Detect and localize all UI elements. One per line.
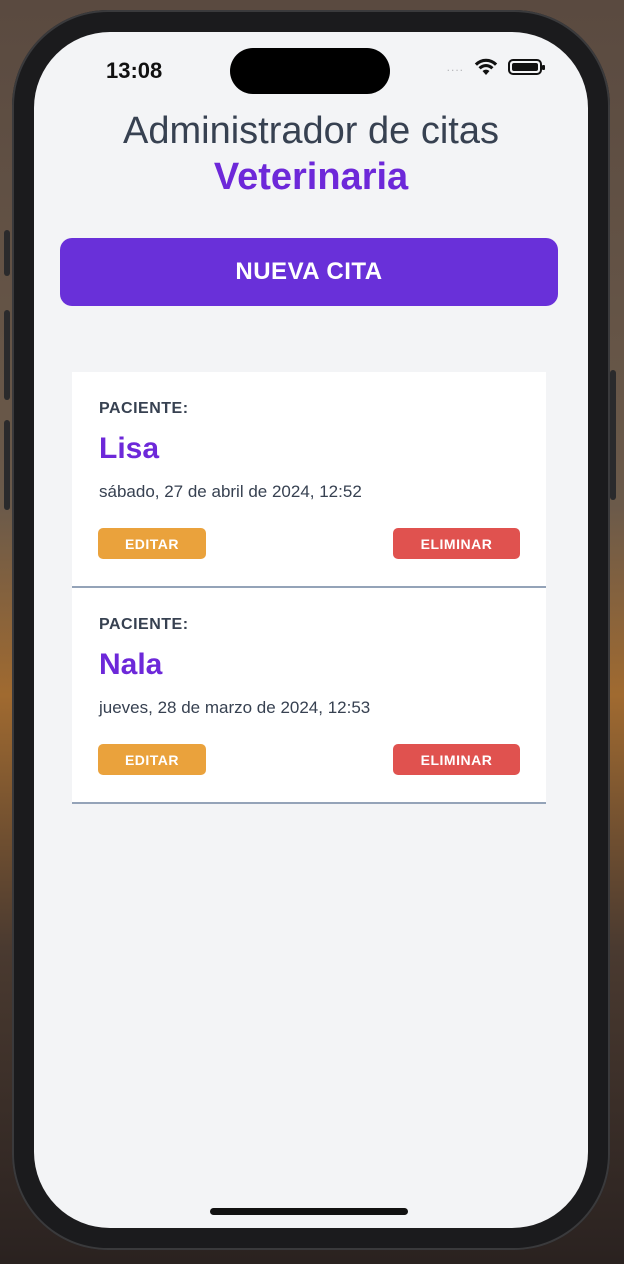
status-icons: .... <box>446 58 545 76</box>
delete-button[interactable]: ELIMINAR <box>393 528 520 559</box>
edit-button[interactable]: EDITAR <box>98 744 206 775</box>
patient-label: PACIENTE: <box>99 400 189 417</box>
silent-switch <box>4 230 10 276</box>
appointment-date: jueves, 28 de marzo de 2024, 12:53 <box>99 698 371 717</box>
home-indicator[interactable] <box>210 1208 408 1215</box>
page-title: Administrador de citas <box>123 110 499 152</box>
volume-down-button <box>4 420 10 510</box>
volume-up-button <box>4 310 10 400</box>
appointment-card: PACIENTE: Nala jueves, 28 de marzo de 20… <box>72 588 546 804</box>
battery-icon <box>508 59 545 75</box>
page-subtitle: Veterinaria <box>213 156 409 198</box>
delete-button[interactable]: ELIMINAR <box>393 744 520 775</box>
phone-frame: 13:08 .... Administrador de citas Veteri… <box>4 10 616 1250</box>
patient-name: Lisa <box>99 432 160 465</box>
status-time: 13:08 <box>106 58 163 83</box>
new-appointment-button[interactable]: NUEVA CITA <box>60 238 558 306</box>
patient-name: Nala <box>99 648 163 681</box>
cellular-signal-icon: .... <box>446 60 464 74</box>
edit-button[interactable]: EDITAR <box>98 528 206 559</box>
app-screen: 13:08 .... Administrador de citas Veteri… <box>34 32 588 1228</box>
wifi-icon <box>474 58 498 75</box>
patient-label: PACIENTE: <box>99 616 189 633</box>
power-button <box>610 370 616 500</box>
appointment-date: sábado, 27 de abril de 2024, 12:52 <box>99 482 362 501</box>
dynamic-island <box>230 48 390 94</box>
appointment-card: PACIENTE: Lisa sábado, 27 de abril de 20… <box>72 372 546 588</box>
